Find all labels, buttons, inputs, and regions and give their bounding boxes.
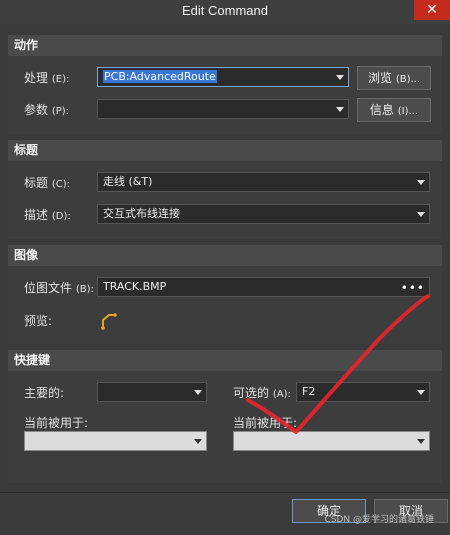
bitmap-value: TRACK.BMP <box>103 280 167 293</box>
caption-value: 走线 (&T) <box>103 175 153 188</box>
chevron-down-icon[interactable] <box>417 212 425 217</box>
bitmap-field[interactable]: TRACK.BMP ••• <box>97 277 430 297</box>
close-icon: ✕ <box>426 1 438 17</box>
primary-used-combo[interactable] <box>24 431 207 451</box>
params-label: 参数 (P): <box>24 103 70 117</box>
chevron-down-icon[interactable] <box>194 439 202 444</box>
chevron-down-icon[interactable] <box>417 390 425 395</box>
alt-shortcut-value: F2 <box>302 385 316 398</box>
alt-used-label: 当前被用于: <box>233 416 298 430</box>
description-combo[interactable]: 交互式布线连接 <box>97 204 430 224</box>
process-value: PCB:AdvancedRoute <box>103 70 217 83</box>
description-label: 描述 (D): <box>24 208 71 222</box>
alt-used-combo[interactable] <box>233 431 430 451</box>
info-button[interactable]: 信息 (I)... <box>357 98 431 122</box>
close-button[interactable]: ✕ <box>414 0 450 20</box>
window-title: Edit Command <box>182 3 268 18</box>
alt-shortcut-combo[interactable]: F2 <box>296 382 430 402</box>
caption-label: 标题 (C): <box>24 176 70 190</box>
preview-label: 预览: <box>24 314 53 328</box>
section-header-title: 标题 <box>8 140 442 161</box>
title-bar: Edit Command ✕ <box>0 0 450 24</box>
params-combo[interactable] <box>97 99 349 119</box>
chevron-down-icon[interactable] <box>336 75 344 80</box>
primary-shortcut-label: 主要的: <box>24 386 65 400</box>
chevron-down-icon[interactable] <box>417 439 425 444</box>
dialog-footer: 确定 取消 CSDN @爱学习的诸葛铁锤 <box>0 492 450 535</box>
primary-used-label: 当前被用于: <box>24 416 89 430</box>
primary-shortcut-combo[interactable] <box>97 382 207 402</box>
process-combo[interactable]: PCB:AdvancedRoute <box>97 67 349 87</box>
description-value: 交互式布线连接 <box>103 207 180 220</box>
chevron-down-icon[interactable] <box>194 390 202 395</box>
chevron-down-icon[interactable] <box>417 180 425 185</box>
bitmap-label: 位图文件 (B): <box>24 281 94 295</box>
section-header-shortcut: 快捷键 <box>8 350 442 371</box>
chevron-down-icon[interactable] <box>336 107 344 112</box>
watermark: CSDN @爱学习的诸葛铁锤 <box>324 515 434 525</box>
edit-command-dialog: 动作 处理 (E): PCB:AdvancedRoute 浏览 (B)... 参… <box>0 24 450 535</box>
alt-shortcut-label: 可选的 (A): <box>233 386 291 400</box>
caption-combo[interactable]: 走线 (&T) <box>97 172 430 192</box>
process-label: 处理 (E): <box>24 71 70 85</box>
track-route-icon <box>101 313 117 330</box>
section-header-image: 图像 <box>8 245 442 266</box>
more-icon[interactable]: ••• <box>401 279 425 296</box>
browse-button[interactable]: 浏览 (B)... <box>357 66 431 90</box>
section-header-action: 动作 <box>8 35 442 56</box>
